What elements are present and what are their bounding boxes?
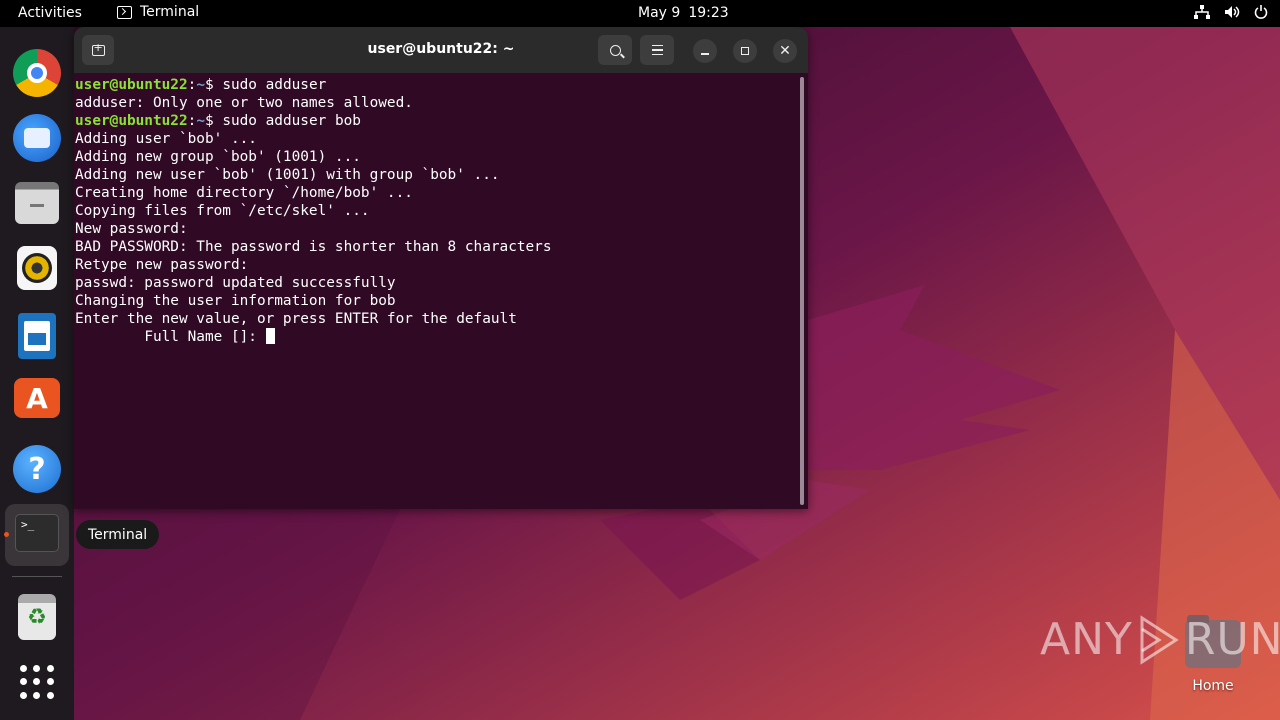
terminal-line: Changing the user information for bob bbox=[75, 292, 796, 310]
terminal-line-text: Changing the user information for bob bbox=[75, 293, 396, 309]
terminal-line-text: BAD PASSWORD: The password is shorter th… bbox=[75, 239, 552, 255]
help-icon[interactable]: ? bbox=[13, 445, 61, 493]
terminal-icon bbox=[117, 5, 132, 19]
minimize-button[interactable] bbox=[693, 39, 717, 63]
prompt-path: ~ bbox=[196, 113, 205, 129]
activities-button[interactable]: Activities bbox=[18, 5, 82, 21]
terminal-line: user@ubuntu22:~$ sudo adduser bbox=[75, 76, 796, 94]
terminal-line: Enter the new value, or press ENTER for … bbox=[75, 310, 796, 328]
terminal-line-text: Adding user `bob' ... bbox=[75, 131, 257, 147]
prompt-separator: : bbox=[187, 77, 197, 93]
terminal-line-text: Copying files from `/etc/skel' ... bbox=[75, 203, 370, 219]
writer-icon[interactable] bbox=[18, 313, 56, 359]
volume-icon[interactable] bbox=[1224, 5, 1240, 19]
terminal-line: user@ubuntu22:~$ sudo adduser bob bbox=[75, 112, 796, 130]
play-logo-icon bbox=[1140, 614, 1179, 665]
app-grid-icon[interactable] bbox=[20, 665, 54, 699]
terminal-line: New password: bbox=[75, 220, 796, 238]
dock-separator bbox=[12, 576, 62, 577]
prompt-path: ~ bbox=[196, 77, 205, 93]
watermark-right: RUN bbox=[1184, 614, 1280, 665]
clock-date: May 9 bbox=[638, 5, 681, 21]
terminal-line-text: passwd: password updated successfully bbox=[75, 275, 396, 291]
dock: A ? >_ ♻ bbox=[0, 27, 74, 720]
terminal-window[interactable]: user@ubuntu22: ~ ✕ user@ubuntu22:~$ sudo… bbox=[74, 27, 808, 509]
hamburger-menu-button[interactable] bbox=[640, 35, 674, 65]
close-button[interactable]: ✕ bbox=[773, 39, 797, 63]
clock[interactable]: May 9 19:23 bbox=[638, 5, 729, 21]
terminal-line: Adding new group `bob' (1001) ... bbox=[75, 148, 796, 166]
power-icon[interactable] bbox=[1254, 5, 1268, 19]
terminal-line: BAD PASSWORD: The password is shorter th… bbox=[75, 238, 796, 256]
terminal-line-text: sudo adduser bbox=[222, 77, 327, 93]
prompt-separator: : bbox=[187, 113, 197, 129]
app-menu[interactable]: Terminal bbox=[117, 4, 199, 20]
maximize-button[interactable] bbox=[733, 39, 757, 63]
terminal-line-text: Full Name []: bbox=[75, 329, 266, 345]
app-menu-label: Terminal bbox=[140, 4, 200, 20]
terminal-line: passwd: password updated successfully bbox=[75, 274, 796, 292]
network-icon[interactable] bbox=[1194, 5, 1210, 19]
terminal-line-text: Creating home directory `/home/bob' ... bbox=[75, 185, 413, 201]
terminal-line-text: adduser: Only one or two names allowed. bbox=[75, 95, 413, 111]
terminal-line-text: Adding new group `bob' (1001) ... bbox=[75, 149, 361, 165]
terminal-line-text: Adding new user `bob' (1001) with group … bbox=[75, 167, 500, 183]
terminal-line: Full Name []: bbox=[75, 328, 796, 346]
running-indicator bbox=[4, 532, 9, 537]
prompt-symbol: $ bbox=[204, 113, 223, 129]
dock-terminal-button[interactable]: >_ bbox=[5, 504, 69, 566]
rhythmbox-icon[interactable] bbox=[17, 246, 57, 290]
prompt-symbol: $ bbox=[204, 77, 223, 93]
maximize-icon bbox=[741, 47, 749, 55]
terminal-line: Adding new user `bob' (1001) with group … bbox=[75, 166, 796, 184]
terminal-output[interactable]: user@ubuntu22:~$ sudo adduser adduser: On… bbox=[74, 73, 796, 509]
terminal-cursor bbox=[265, 328, 275, 344]
terminal-line: Adding user `bob' ... bbox=[75, 130, 796, 148]
terminal-scrollbar[interactable] bbox=[800, 77, 804, 505]
terminal-line: Copying files from `/etc/skel' ... bbox=[75, 202, 796, 220]
close-icon: ✕ bbox=[779, 43, 791, 59]
thunderbird-icon[interactable] bbox=[13, 114, 61, 162]
chrome-icon[interactable] bbox=[13, 49, 61, 97]
terminal-line: Retype new password: bbox=[75, 256, 796, 274]
minimize-icon bbox=[701, 53, 709, 55]
watermark-left: ANY bbox=[1040, 614, 1133, 665]
system-tray[interactable] bbox=[1194, 5, 1268, 19]
terminal-line-text: Enter the new value, or press ENTER for … bbox=[75, 311, 517, 327]
top-bar: Activities Terminal May 9 19:23 bbox=[0, 0, 1280, 27]
dock-tooltip: Terminal bbox=[76, 520, 160, 549]
terminal-icon: >_ bbox=[15, 514, 59, 552]
terminal-line: adduser: Only one or two names allowed. bbox=[75, 94, 796, 112]
prompt-user: user@ubuntu22 bbox=[75, 77, 188, 93]
terminal-line-text: New password: bbox=[75, 221, 188, 237]
search-icon bbox=[609, 44, 621, 56]
software-icon[interactable]: A bbox=[14, 378, 60, 418]
search-button[interactable] bbox=[598, 35, 632, 65]
prompt-user: user@ubuntu22 bbox=[75, 113, 188, 129]
terminal-headerbar[interactable]: user@ubuntu22: ~ ✕ bbox=[74, 27, 808, 73]
anyrun-watermark: ANY RUN bbox=[1040, 614, 1280, 665]
clock-time: 19:23 bbox=[688, 5, 729, 21]
terminal-line-text: sudo adduser bob bbox=[222, 113, 361, 129]
terminal-line: Creating home directory `/home/bob' ... bbox=[75, 184, 796, 202]
files-icon[interactable] bbox=[15, 182, 59, 224]
home-folder-label[interactable]: Home bbox=[1183, 678, 1243, 694]
terminal-line-text: Retype new password: bbox=[75, 257, 249, 273]
trash-icon[interactable]: ♻ bbox=[18, 594, 56, 640]
